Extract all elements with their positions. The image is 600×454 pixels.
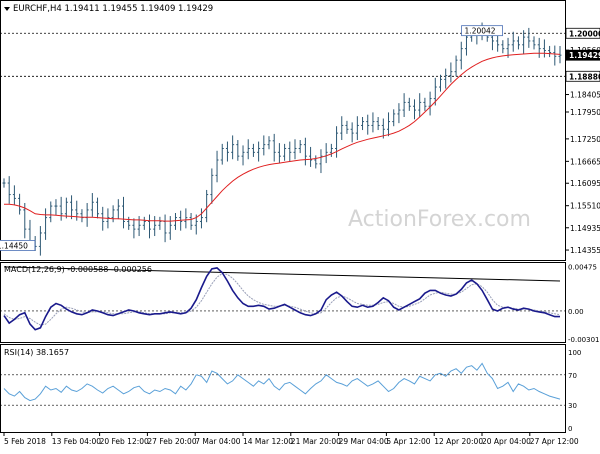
x-axis-label: 21 Mar 20:00 bbox=[291, 437, 341, 446]
dropdown-triangle-icon[interactable] bbox=[4, 7, 10, 11]
rsi-axis-label: 100 bbox=[568, 349, 581, 357]
x-axis-label: 13 Feb 04:00 bbox=[52, 437, 101, 446]
price-axis-label: 1.16665 bbox=[570, 157, 600, 166]
rsi-axis-label: 0 bbox=[568, 425, 572, 433]
price-axis-label: 1.16095 bbox=[570, 179, 600, 188]
rsi-axis-label: 30 bbox=[568, 402, 577, 410]
x-axis: 5 Feb 2018 13 Feb 04:0020 Feb 12:0027 Feb… bbox=[3, 432, 579, 446]
header-row: EURCHF,H4 1.19411 1.19455 1.19409 1.1942… bbox=[4, 4, 213, 14]
price-highlight-label: 1.18880 bbox=[569, 72, 600, 81]
rsi-line bbox=[3, 362, 561, 402]
x-axis-label: 5 Feb 2018 bbox=[4, 437, 46, 446]
macd-line bbox=[3, 267, 560, 331]
moving-average-line bbox=[4, 52, 561, 222]
price-axis-label: 1.15510 bbox=[570, 202, 600, 211]
annotation-label: 1.20042 bbox=[465, 27, 496, 36]
chart-window[interactable]: ActionForex.com EURCHF,H4 1.19411 1.1945… bbox=[0, 0, 600, 450]
symbol-label: EURCHF,H4 1.19411 1.19455 1.19409 1.1942… bbox=[13, 4, 213, 14]
signal-line bbox=[3, 272, 561, 326]
chart-canvas[interactable]: ActionForex.com EURCHF,H4 1.19411 1.1945… bbox=[0, 0, 600, 450]
price-highlight-label: 1.19429 bbox=[569, 51, 600, 60]
rsi-panel-frame bbox=[0, 344, 566, 433]
x-axis-label: 14 Mar 12:00 bbox=[243, 437, 293, 446]
macd-axis-label: -0.003011 bbox=[568, 336, 600, 344]
rsi-layer: 100 70 30 0 bbox=[0, 349, 581, 433]
macd-layer: 0.00475 0.00 -0.003011 bbox=[0, 263, 600, 344]
x-axis-label: 27 Feb 20:00 bbox=[147, 437, 196, 446]
x-axis-label: 27 Apr 12:00 bbox=[530, 437, 579, 446]
price-axis-label: 1.14355 bbox=[570, 246, 600, 255]
rsi-axis-label: 70 bbox=[568, 372, 577, 380]
annotation-label: 1.14450 bbox=[0, 241, 28, 250]
x-axis-label: 5 Apr 12:00 bbox=[386, 437, 430, 446]
macd-panel-frame bbox=[0, 262, 566, 343]
x-axis-label: 7 Mar 04:00 bbox=[195, 437, 241, 446]
x-axis-label: 20 Feb 12:00 bbox=[100, 437, 149, 446]
watermark: ActionForex.com bbox=[348, 207, 531, 232]
price-axis-label: 1.14935 bbox=[570, 224, 600, 233]
x-axis-label: 29 Mar 04:00 bbox=[339, 437, 389, 446]
price-axis-label: 1.17950 bbox=[570, 108, 600, 117]
x-axis-label: 12 Apr 20:00 bbox=[434, 437, 483, 446]
price-highlight-label: 1.20000 bbox=[569, 29, 600, 38]
x-axis-label: 20 Apr 04:00 bbox=[482, 437, 531, 446]
macd-axis-label: 0.00475 bbox=[568, 263, 597, 271]
macd-axis-label: 0.00 bbox=[568, 308, 584, 316]
price-axis-label: 1.18405 bbox=[570, 91, 600, 100]
rsi-title: RSI(14) 38.1657 bbox=[4, 348, 69, 357]
price-axis-label: 1.17250 bbox=[570, 135, 600, 144]
macd-title: MACD(12,26,9) -0.000588 -0.000256 bbox=[4, 265, 152, 274]
